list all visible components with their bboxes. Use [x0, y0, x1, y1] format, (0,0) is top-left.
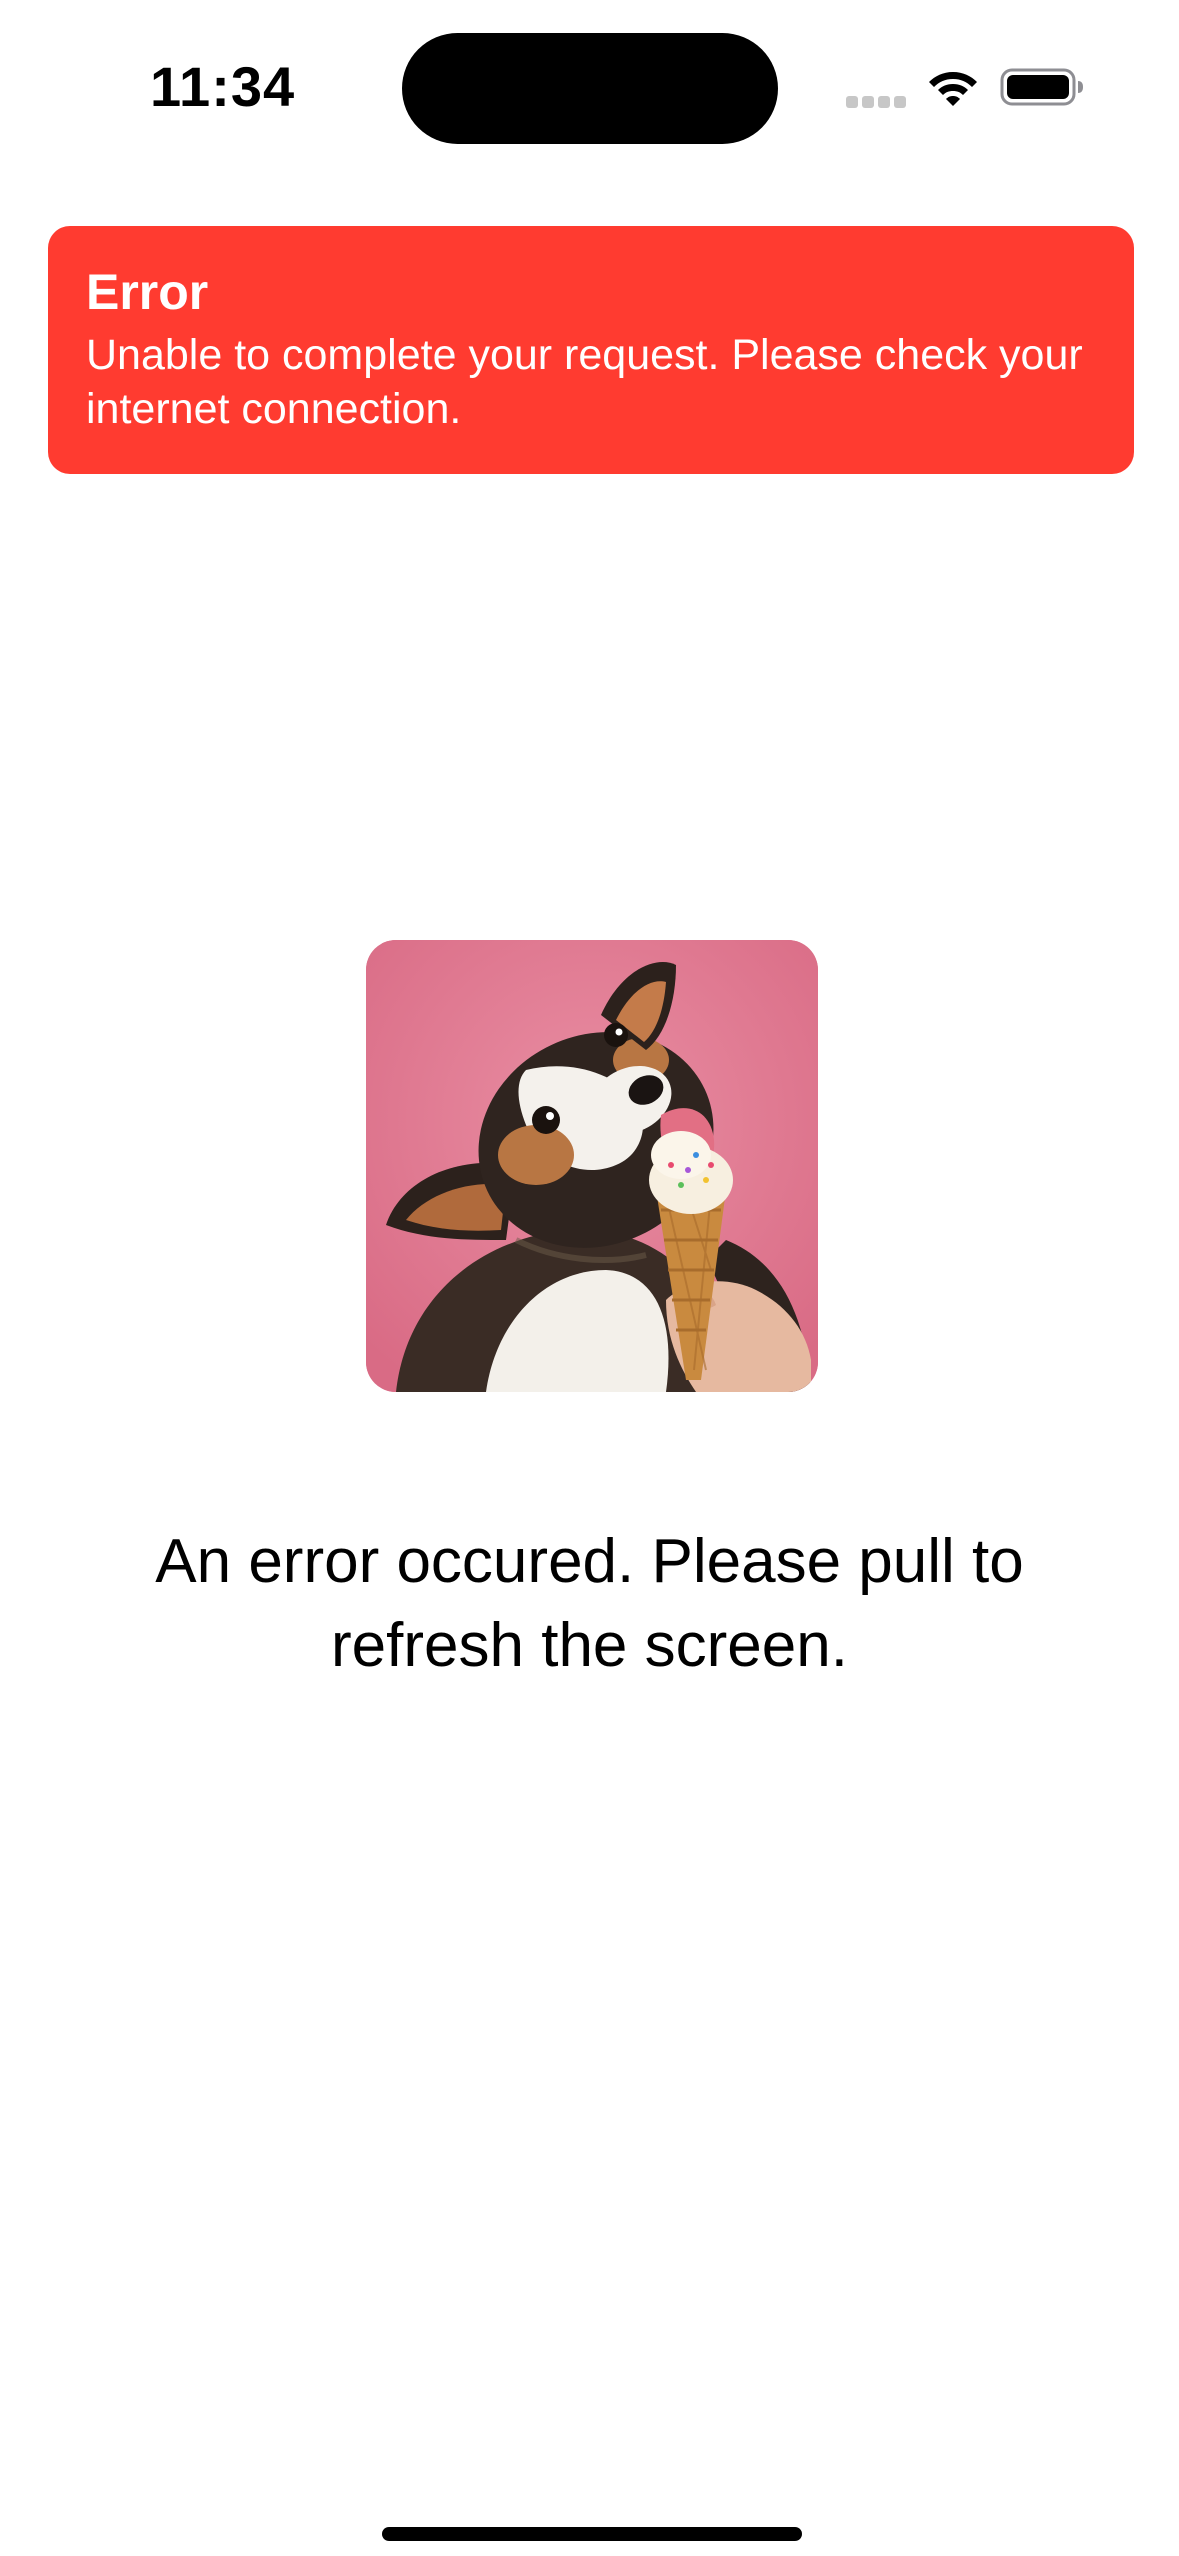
- home-indicator[interactable]: [382, 2527, 802, 2541]
- battery-icon: [1000, 68, 1083, 106]
- dynamic-island: [402, 33, 778, 144]
- wifi-icon: [929, 72, 977, 106]
- status-bar-time: 11:34: [150, 55, 296, 118]
- error-message-text: An error occured. Please pull to refresh…: [155, 1527, 1024, 1680]
- error-banner-message: Unable to complete your request. Please …: [86, 331, 1083, 433]
- error-banner[interactable]: Error Unable to complete your request. P…: [48, 226, 1134, 474]
- error-dog-image: [366, 940, 818, 1392]
- cellular-signal-icon: [846, 96, 906, 108]
- error-banner-title: Error: [86, 264, 209, 320]
